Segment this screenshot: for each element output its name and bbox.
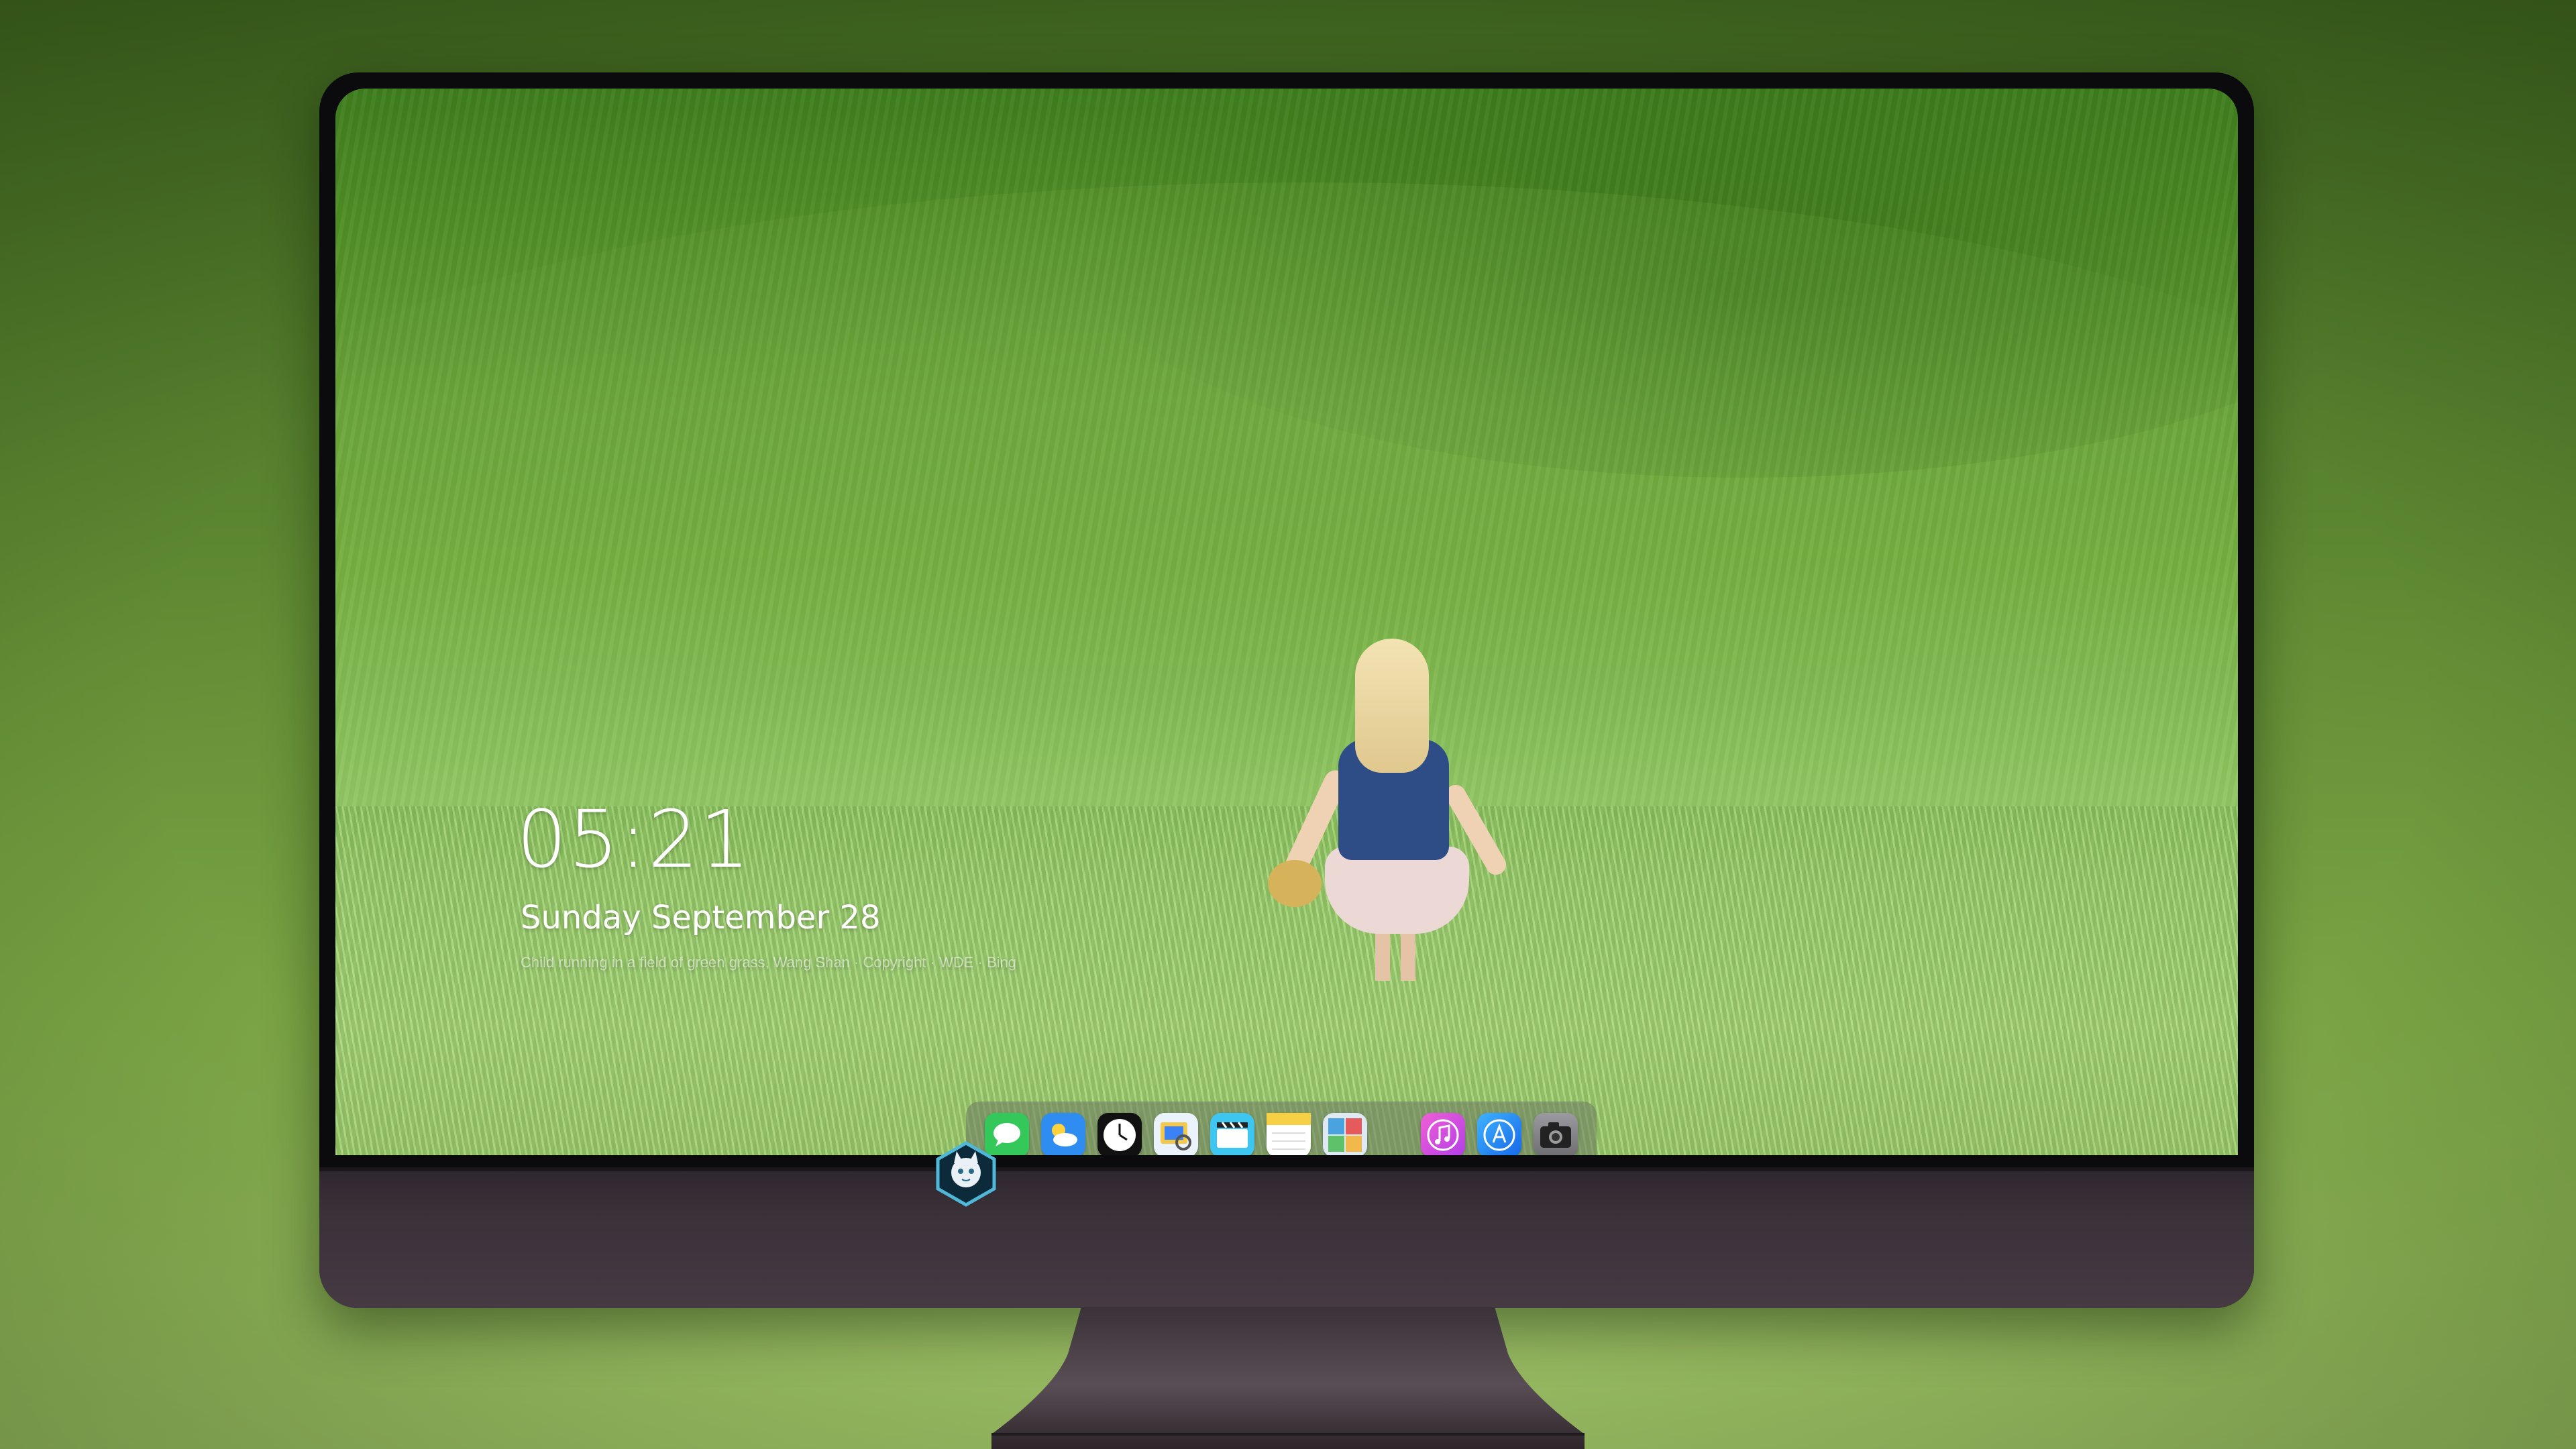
camera-icon[interactable] [1534, 1113, 1578, 1155]
preview-icon[interactable] [1154, 1113, 1198, 1155]
desktop-screen: 05:21 Sunday September 28 Child running … [335, 89, 2238, 1155]
clips-icon[interactable] [1210, 1113, 1254, 1155]
mascot-logo-icon [932, 1140, 1000, 1208]
lockscreen-clock: 05:21 Sunday September 28 Child running … [517, 800, 1016, 971]
clock-icon[interactable] [1097, 1113, 1142, 1155]
clock-date: Sunday September 28 [521, 899, 881, 936]
app-store-icon[interactable] [1477, 1113, 1521, 1155]
wallpaper-girl [1268, 639, 1516, 987]
itunes-icon[interactable] [1421, 1113, 1465, 1155]
dock [966, 1102, 1597, 1155]
weather-icon[interactable] [1041, 1113, 1085, 1155]
monitor-chin [319, 1167, 2254, 1308]
photo-booth-icon[interactable] [1323, 1113, 1367, 1155]
monitor-stand [991, 1307, 1585, 1449]
monitor-frame: 05:21 Sunday September 28 Child running … [319, 72, 2254, 1308]
clock-time: 05:21 [517, 793, 752, 885]
wallpaper-caption: Child running in a field of green grass,… [521, 954, 1016, 971]
notes-icon[interactable] [1267, 1113, 1311, 1155]
